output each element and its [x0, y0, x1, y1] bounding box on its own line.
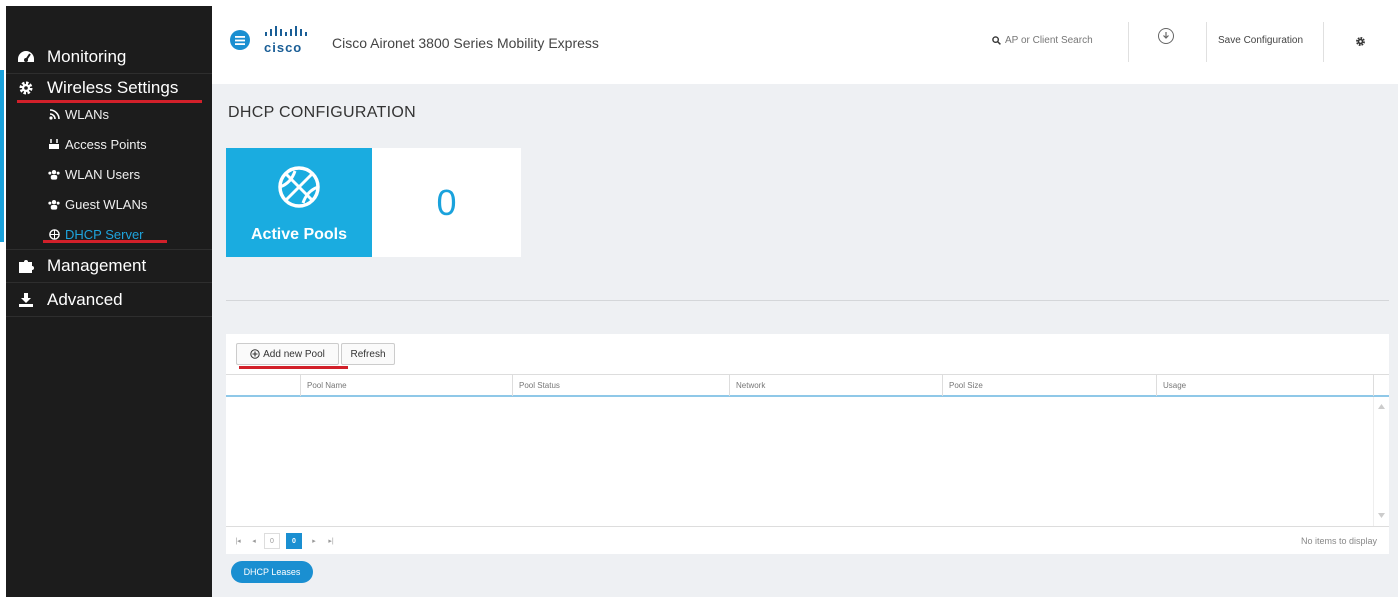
- vertical-scrollbar[interactable]: [1373, 397, 1389, 526]
- page-input[interactable]: 0: [264, 533, 280, 549]
- active-pools-count: 0: [372, 148, 521, 257]
- add-new-pool-label: Add new Pool: [263, 348, 325, 360]
- first-page-icon[interactable]: |◂: [232, 533, 244, 549]
- basketball-icon: [278, 166, 320, 208]
- section-divider: [226, 300, 1389, 301]
- sidebar-label-monitoring: Monitoring: [47, 46, 127, 66]
- sidebar-item-management[interactable]: Management: [6, 249, 212, 283]
- current-page[interactable]: 0: [286, 533, 302, 549]
- search-icon: [992, 36, 1001, 45]
- ap-client-search[interactable]: AP or Client Search: [992, 35, 1093, 46]
- download-button[interactable]: [1158, 28, 1174, 44]
- sidebar-label-advanced: Advanced: [47, 289, 123, 309]
- header-separator: [1128, 22, 1129, 62]
- users-icon: [48, 199, 60, 210]
- cisco-bars-icon: [265, 26, 307, 36]
- gear-icon: [1356, 37, 1365, 46]
- add-new-pool-button[interactable]: Add new Pool: [236, 343, 339, 365]
- sidebar-item-wireless-settings[interactable]: Wireless Settings: [6, 74, 212, 102]
- sidebar-label-wlan-users: WLAN Users: [65, 166, 141, 182]
- last-page-icon[interactable]: ▸|: [324, 533, 338, 549]
- highlight-underline-dhcp: [43, 240, 167, 243]
- column-header-usage[interactable]: Usage: [1156, 375, 1374, 396]
- add-circle-icon: [250, 349, 260, 359]
- column-header-pool-status[interactable]: Pool Status: [512, 375, 729, 396]
- globe-icon: [48, 228, 60, 240]
- hamburger-icon: [235, 35, 245, 45]
- wifi-icon: [48, 108, 60, 120]
- dhcp-pools-grid: Add new Pool Refresh Pool Name Pool Stat…: [226, 334, 1389, 554]
- sidebar-item-wlan-users[interactable]: WLAN Users: [6, 162, 212, 186]
- sidebar-label-management: Management: [47, 256, 147, 275]
- column-header-pool-size[interactable]: Pool Size: [942, 375, 1156, 396]
- settings-gear-button[interactable]: [1355, 34, 1366, 52]
- highlight-underline-add-pool: [239, 366, 348, 369]
- search-placeholder: AP or Client Search: [1005, 35, 1093, 46]
- cisco-wordmark: cisco: [264, 40, 303, 55]
- sidebar-active-accent: [0, 70, 4, 242]
- dhcp-leases-button[interactable]: DHCP Leases: [231, 561, 313, 583]
- page-title: DHCP CONFIGURATION: [228, 104, 416, 121]
- sidebar-item-monitoring[interactable]: Monitoring: [6, 40, 212, 74]
- access-point-icon: [48, 138, 60, 150]
- sidebar-label-wireless-settings: Wireless Settings: [47, 78, 179, 97]
- sidebar-item-access-points[interactable]: Access Points: [6, 132, 212, 156]
- column-header-network[interactable]: Network: [729, 375, 942, 396]
- active-pools-tile[interactable]: Active Pools: [226, 148, 372, 257]
- menu-toggle-button[interactable]: [230, 30, 250, 50]
- header-separator: [1206, 22, 1207, 62]
- save-configuration-button[interactable]: Save Configuration: [1218, 35, 1303, 46]
- download-arrow-icon: [1163, 32, 1169, 39]
- column-header-pool-name[interactable]: Pool Name: [300, 375, 512, 396]
- gear-icon: [17, 80, 35, 96]
- puzzle-icon: [17, 258, 35, 274]
- next-page-icon[interactable]: ▸: [308, 533, 320, 549]
- sidebar-item-wlans[interactable]: WLANs: [6, 102, 212, 126]
- grid-pager: |◂ ◂ 0 0 ▸ ▸| No items to display: [226, 526, 1389, 554]
- dashboard-icon: [17, 50, 35, 64]
- sidebar-item-guest-wlans[interactable]: Guest WLANs: [6, 192, 212, 216]
- top-bar: cisco Cisco Aironet 3800 Series Mobility…: [212, 6, 1398, 85]
- app-title: Cisco Aironet 3800 Series Mobility Expre…: [332, 35, 599, 51]
- prev-page-icon[interactable]: ◂: [248, 533, 260, 549]
- sidebar: Monitoring Wireless Settings WLANs Acces…: [6, 6, 212, 597]
- scroll-down-icon[interactable]: [1378, 513, 1385, 518]
- sidebar-label-wlans: WLANs: [65, 106, 110, 122]
- grid-body: [226, 397, 1389, 526]
- refresh-button[interactable]: Refresh: [341, 343, 395, 365]
- active-pools-label: Active Pools: [250, 226, 348, 243]
- header-separator: [1323, 22, 1324, 62]
- download-icon: [17, 292, 35, 308]
- users-icon: [48, 169, 60, 180]
- sidebar-item-advanced[interactable]: Advanced: [6, 283, 212, 317]
- scroll-up-icon[interactable]: [1378, 404, 1385, 409]
- sidebar-label-guest-wlans: Guest WLANs: [65, 196, 148, 212]
- cisco-logo: cisco: [264, 25, 320, 55]
- highlight-underline-wireless: [17, 100, 202, 103]
- grid-header: Pool Name Pool Status Network Pool Size …: [226, 374, 1389, 397]
- sidebar-label-access-points: Access Points: [65, 136, 147, 152]
- no-items-text: No items to display: [1300, 536, 1377, 546]
